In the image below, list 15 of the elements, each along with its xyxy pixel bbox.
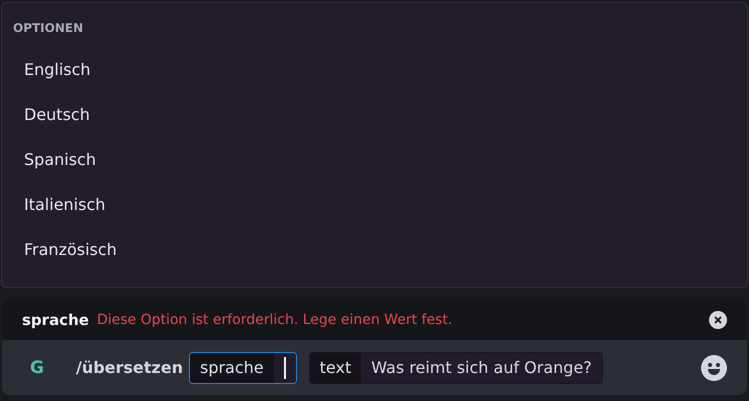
parameter-field[interactable]: text Was reimt sich auf Orange? <box>308 352 603 384</box>
close-icon <box>714 316 722 324</box>
command-name: /übersetzen <box>76 358 183 377</box>
menu-item[interactable]: Deutsch <box>12 92 737 137</box>
menu-item[interactable]: Französisch <box>12 227 737 272</box>
emoji-icon[interactable] <box>701 354 727 380</box>
menu-item[interactable]: Spanisch <box>12 137 737 182</box>
menu-heading: OPTIONEN <box>13 21 84 35</box>
option-name: sprache <box>22 311 89 329</box>
menu-item[interactable]: Italienisch <box>12 182 737 227</box>
error-message: Diese Option ist erforderlich. Lege einen Wert fest. <box>96 312 454 328</box>
close-button[interactable] <box>709 311 727 329</box>
app-logo: G <box>30 358 44 378</box>
menu-item[interactable]: Englisch <box>12 47 737 92</box>
parameter-field[interactable]: sprache <box>188 352 297 384</box>
